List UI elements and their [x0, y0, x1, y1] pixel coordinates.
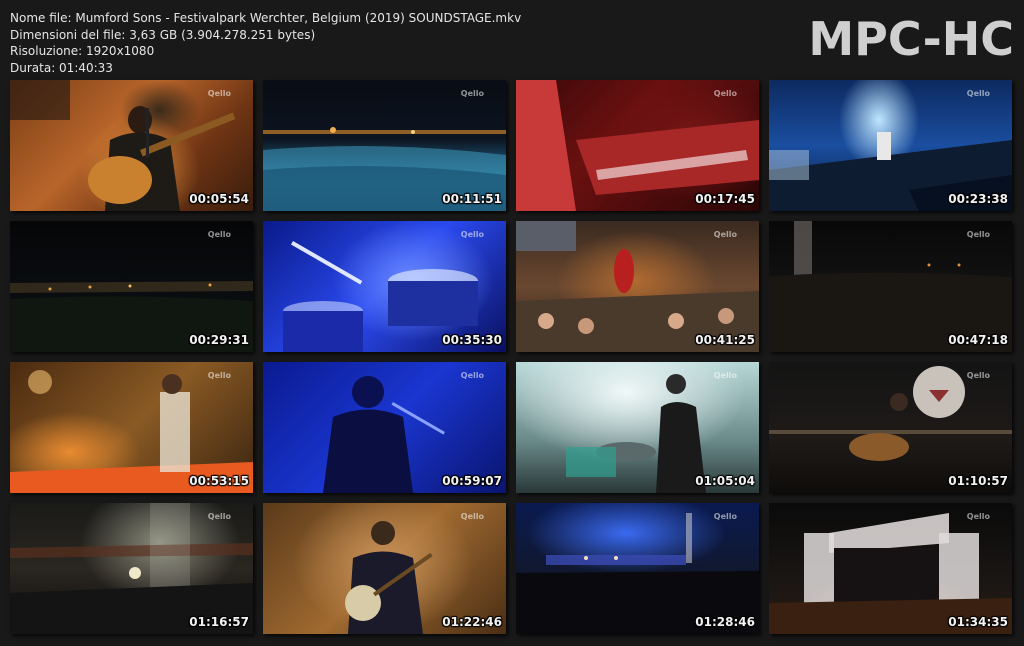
- watermark: Qello: [713, 512, 737, 521]
- watermark: Qello: [966, 89, 990, 98]
- thumbnail[interactable]: Qello 00:41:25: [516, 221, 759, 352]
- timestamp: 00:17:45: [695, 192, 755, 206]
- thumbnail[interactable]: Qello 01:05:04: [516, 362, 759, 493]
- timestamp: 00:47:18: [948, 333, 1008, 347]
- timestamp: 00:53:15: [189, 474, 249, 488]
- timestamp: 00:23:38: [948, 192, 1008, 206]
- timestamp: 00:11:51: [442, 192, 502, 206]
- watermark: Qello: [966, 230, 990, 239]
- thumbnail[interactable]: Qello 01:10:57: [769, 362, 1012, 493]
- timestamp: 00:35:30: [442, 333, 502, 347]
- timestamp: 00:29:31: [189, 333, 249, 347]
- thumbnail-grid: Qello 00:05:54 Qello 00:11:51 Qello 00:1…: [0, 0, 1024, 646]
- timestamp: 00:59:07: [442, 474, 502, 488]
- timestamp: 01:05:04: [695, 474, 755, 488]
- watermark: Qello: [966, 371, 990, 380]
- thumbnail[interactable]: Qello 00:05:54: [10, 80, 253, 211]
- thumbnail[interactable]: Qello 01:22:46: [263, 503, 506, 634]
- timestamp: 01:28:46: [695, 615, 755, 629]
- watermark: Qello: [713, 89, 737, 98]
- thumbnail[interactable]: Qello 00:59:07: [263, 362, 506, 493]
- watermark: Qello: [460, 512, 484, 521]
- thumbnail[interactable]: Qello 00:17:45: [516, 80, 759, 211]
- watermark: Qello: [460, 230, 484, 239]
- timestamp: 00:05:54: [189, 192, 249, 206]
- watermark: Qello: [207, 230, 231, 239]
- timestamp: 00:41:25: [695, 333, 755, 347]
- watermark: Qello: [460, 371, 484, 380]
- thumbnail[interactable]: Qello 01:34:35: [769, 503, 1012, 634]
- watermark: Qello: [207, 371, 231, 380]
- thumbnail[interactable]: Qello 00:23:38: [769, 80, 1012, 211]
- watermark: Qello: [713, 230, 737, 239]
- thumbnail[interactable]: Qello 00:53:15: [10, 362, 253, 493]
- thumbnail[interactable]: Qello 01:16:57: [10, 503, 253, 634]
- watermark: Qello: [207, 89, 231, 98]
- watermark: Qello: [966, 512, 990, 521]
- watermark: Qello: [207, 512, 231, 521]
- timestamp: 01:16:57: [189, 615, 249, 629]
- thumbnail[interactable]: Qello 00:35:30: [263, 221, 506, 352]
- timestamp: 01:22:46: [442, 615, 502, 629]
- thumbnail[interactable]: Qello 00:29:31: [10, 221, 253, 352]
- thumbnail-sheet: Nome file: Mumford Sons - Festivalpark W…: [0, 0, 1024, 646]
- timestamp: 01:34:35: [948, 615, 1008, 629]
- timestamp: 01:10:57: [948, 474, 1008, 488]
- watermark: Qello: [713, 371, 737, 380]
- watermark: Qello: [460, 89, 484, 98]
- thumbnail[interactable]: Qello 00:11:51: [263, 80, 506, 211]
- thumbnail[interactable]: Qello 00:47:18: [769, 221, 1012, 352]
- thumbnail[interactable]: Qello 01:28:46: [516, 503, 759, 634]
